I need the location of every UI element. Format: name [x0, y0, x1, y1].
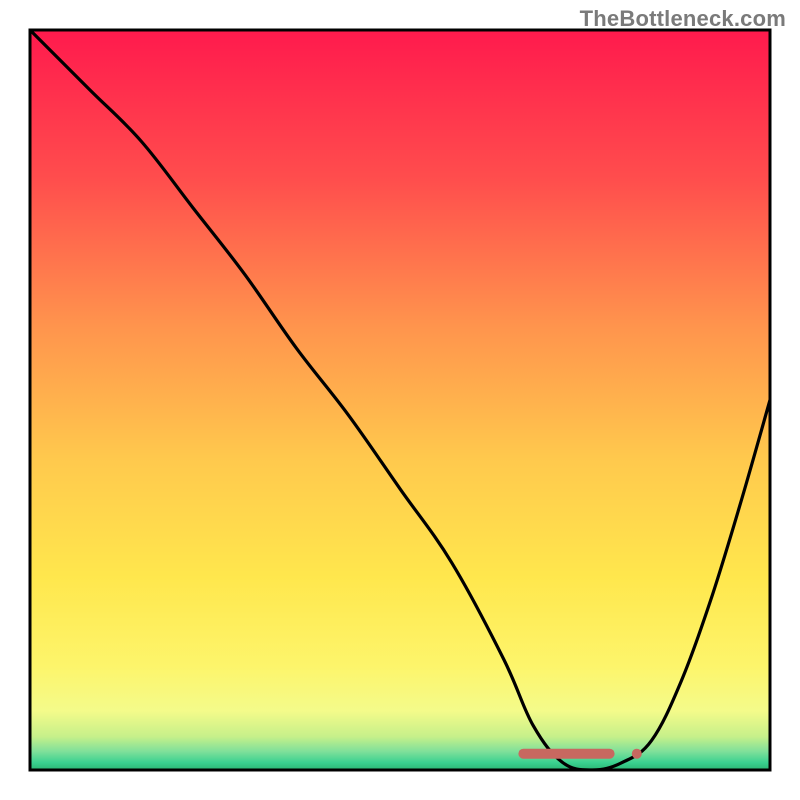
- chart-container: TheBottleneck.com: [0, 0, 800, 800]
- bottleneck-chart: [0, 0, 800, 800]
- optimal-range-marker: [518, 749, 614, 759]
- optimal-point-marker: [632, 749, 642, 759]
- watermark-text: TheBottleneck.com: [580, 6, 786, 32]
